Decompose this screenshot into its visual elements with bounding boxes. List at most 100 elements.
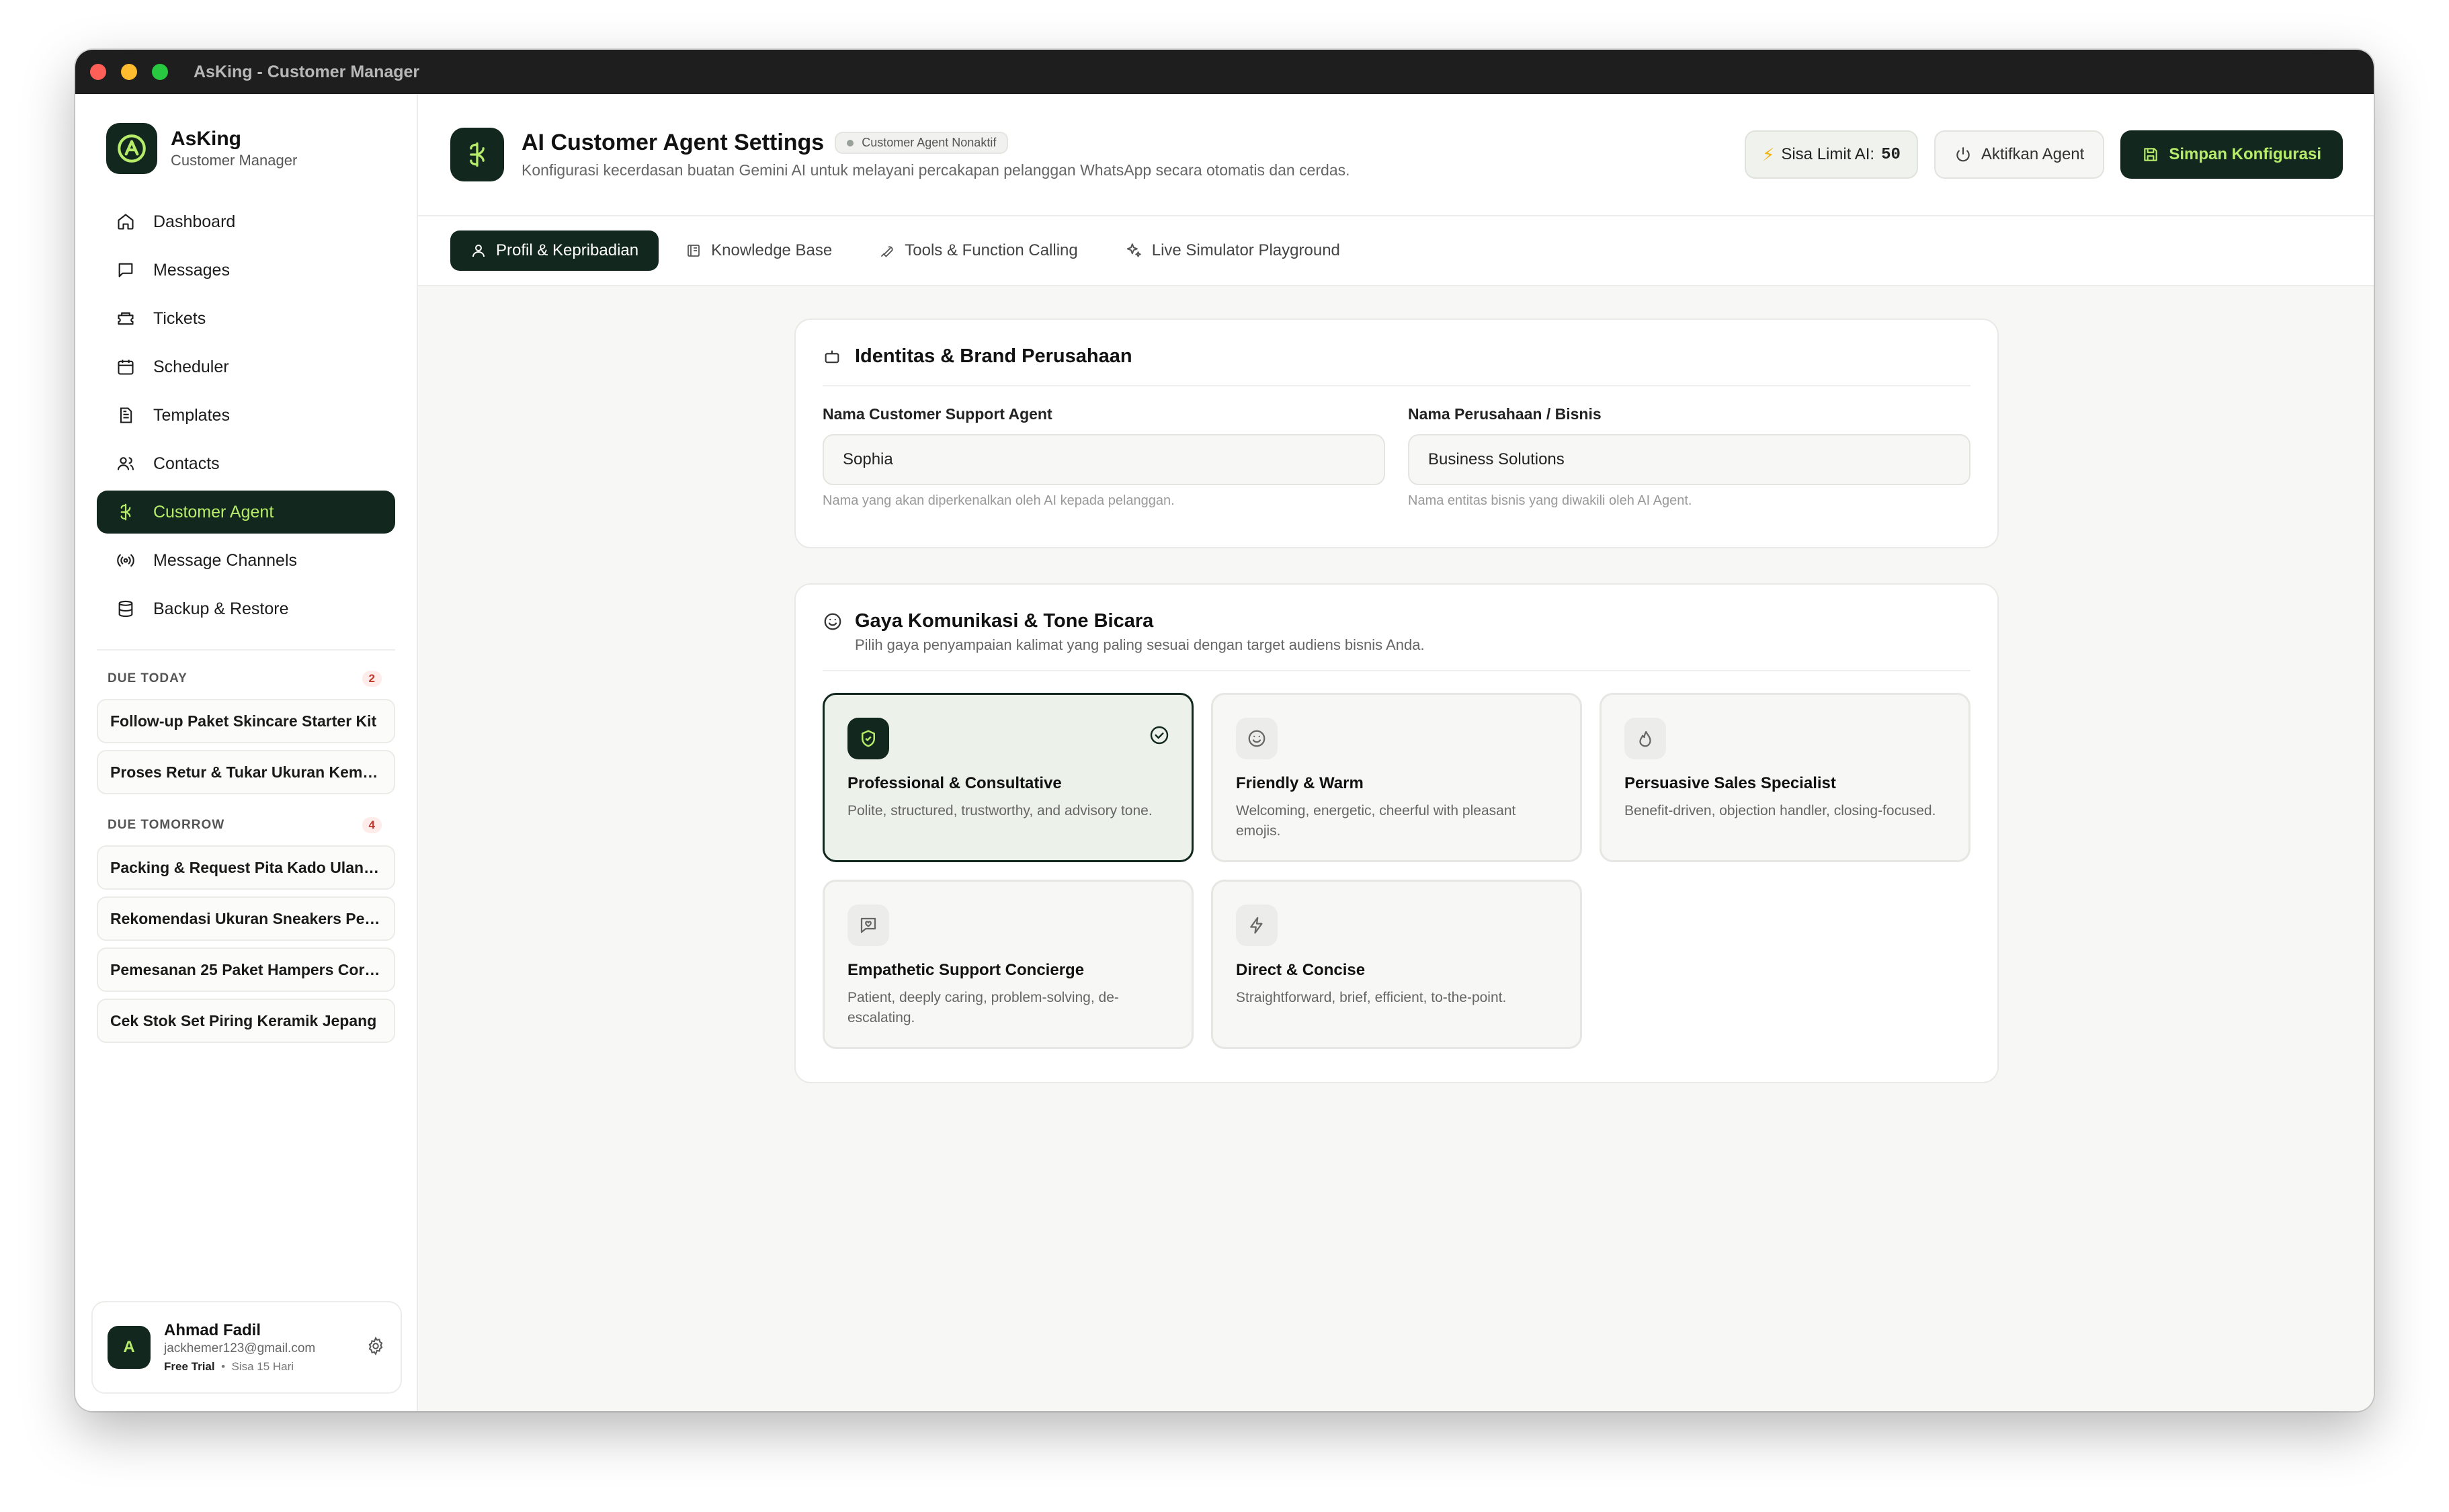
activate-agent-button[interactable]: Aktifkan Agent (1934, 130, 2105, 179)
chat-heart-icon (847, 905, 889, 946)
tone-description: Straightforward, brief, efficient, to-th… (1236, 990, 1507, 1005)
agent-name-input[interactable]: Sophia (823, 434, 1385, 485)
ai-limit-indicator: ⚡ Sisa Limit AI: 50 (1745, 130, 1918, 179)
broadcast-icon (114, 549, 137, 572)
tone-description: Benefit-driven, objection handler, closi… (1624, 803, 1936, 818)
close-window-button[interactable] (90, 64, 106, 80)
task-item[interactable]: Packing & Request Pita Kado Ulang Tahun (97, 845, 395, 890)
app-window: AsKing - Customer Manager AsKing Custome… (75, 50, 2374, 1411)
tone-option-empathetic[interactable]: Empathetic Support Concierge Patient, de… (823, 880, 1194, 1049)
task-title: Rekomendasi Ukuran Sneakers Pelanggan (110, 909, 382, 927)
sidebar-item-scheduler[interactable]: Scheduler (97, 345, 395, 388)
sidebar-item-messages[interactable]: Messages (97, 249, 395, 292)
tone-name: Friendly & Warm (1236, 774, 1364, 792)
tone-option-persuasive[interactable]: Persuasive Sales Specialist Benefit-driv… (1600, 693, 1970, 862)
tab-live-simulator[interactable]: Live Simulator Playground (1105, 230, 1360, 271)
tone-option-direct[interactable]: Direct & Concise Straightforward, brief,… (1211, 880, 1582, 1049)
tab-label: Tools & Function Calling (905, 241, 1078, 259)
card-divider (823, 385, 1970, 386)
agent-name-hint: Nama yang akan diperkenalkan oleh AI kep… (823, 493, 1175, 508)
page-title: AI Customer Agent Settings (522, 130, 825, 155)
minimize-window-button[interactable] (121, 64, 137, 80)
window-title: AsKing - Customer Manager (194, 62, 420, 81)
task-item[interactable]: Cek Stok Set Piring Keramik Jepang (97, 999, 395, 1043)
settings-tabs: Profil & Kepribadian Knowledge Base Tool… (418, 216, 2374, 286)
sidebar-item-label: Scheduler (153, 357, 229, 376)
ticket-icon (114, 307, 137, 330)
company-name-input[interactable]: Business Solutions (1408, 434, 1970, 485)
agent-name-field-group: Nama Customer Support Agent Sophia Nama … (823, 405, 1385, 509)
task-item[interactable]: Proses Retur & Tukar Ukuran Kemeja (97, 750, 395, 794)
user-email: jackhemer123@gmail.com (164, 1341, 316, 1355)
sidebar-item-backup-restore[interactable]: Backup & Restore (97, 587, 395, 630)
status-text: Customer Agent Nonaktif (862, 136, 997, 149)
task-title: Cek Stok Set Piring Keramik Jepang (110, 1011, 377, 1030)
tab-label: Live Simulator Playground (1151, 241, 1340, 259)
sidebar-item-contacts[interactable]: Contacts (97, 442, 395, 485)
task-title: Packing & Request Pita Kado Ulang Tahun (110, 858, 382, 876)
task-item[interactable]: Follow-up Paket Skincare Starter Kit (97, 699, 395, 743)
user-profile-card[interactable]: A Ahmad Fadil jackhemer123@gmail.com Fre… (91, 1301, 402, 1394)
tab-knowledge-base[interactable]: Knowledge Base (665, 230, 852, 271)
tone-name: Persuasive Sales Specialist (1624, 774, 1836, 792)
tone-name: Professional & Consultative (847, 774, 1062, 792)
status-dot-icon (847, 139, 854, 146)
sidebar-item-templates[interactable]: Templates (97, 394, 395, 437)
gear-icon[interactable] (366, 1336, 386, 1359)
sidebar-item-label: Tickets (153, 308, 206, 328)
tab-tools-function-calling[interactable]: Tools & Function Calling (859, 230, 1097, 271)
maximize-window-button[interactable] (152, 64, 168, 80)
document-icon (114, 404, 137, 427)
shield-icon (847, 718, 889, 759)
sidebar-item-label: Templates (153, 405, 230, 425)
brand-subtitle: Customer Manager (171, 152, 298, 169)
lightning-icon: ⚡ (1762, 144, 1775, 165)
tone-option-friendly[interactable]: Friendly & Warm Welcoming, energetic, ch… (1211, 693, 1582, 862)
company-name-field-group: Nama Perusahaan / Bisnis Business Soluti… (1408, 405, 1970, 509)
brand[interactable]: AsKing Customer Manager (75, 94, 417, 177)
page-header: AI Customer Agent Settings Customer Agen… (418, 94, 2374, 216)
ai-limit-label: Sisa Limit AI: (1781, 145, 1875, 163)
database-icon (114, 597, 137, 620)
task-item[interactable]: Pemesanan 25 Paket Hampers Corporate (97, 948, 395, 992)
save-config-button[interactable]: Simpan Konfigurasi (2120, 130, 2343, 179)
sidebar-item-label: Contacts (153, 454, 220, 473)
company-name-hint: Nama entitas bisnis yang diwakili oleh A… (1408, 493, 1692, 508)
card-divider (823, 670, 1970, 671)
plan-info: Free Trial • Sisa 15 Hari (164, 1360, 366, 1374)
tone-name: Direct & Concise (1236, 961, 1366, 979)
lightning-icon (1236, 905, 1278, 946)
sidebar-item-message-channels[interactable]: Message Channels (97, 539, 395, 582)
task-title: Pemesanan 25 Paket Hampers Corporate (110, 960, 382, 978)
identity-card: Identitas & Brand Perusahaan Nama Custom… (794, 319, 1999, 548)
save-icon (2142, 146, 2159, 163)
sidebar-item-label: Dashboard (153, 212, 236, 231)
tone-options: Professional & Consultative Polite, stru… (823, 693, 1970, 1049)
tone-subtitle: Pilih gaya penyampaian kalimat yang pali… (855, 636, 1425, 653)
user-icon (470, 243, 487, 259)
contacts-icon (114, 452, 137, 475)
due-tomorrow-label: DUE TOMORROW (108, 818, 225, 832)
message-icon (114, 259, 137, 282)
due-tomorrow-header: DUE TOMORROW 4 (75, 812, 417, 839)
tab-profile-personality[interactable]: Profil & Kepribadian (450, 230, 659, 271)
wrench-icon (879, 243, 895, 259)
brand-name: AsKing (171, 128, 241, 150)
due-today-label: DUE TODAY (108, 671, 188, 685)
plan-remaining: Sisa 15 Hari (231, 1360, 294, 1373)
sidebar-item-dashboard[interactable]: Dashboard (97, 200, 395, 243)
due-today-header: DUE TODAY 2 (75, 665, 417, 692)
plan-separator: • (218, 1360, 232, 1373)
tone-option-professional[interactable]: Professional & Consultative Polite, stru… (823, 693, 1194, 862)
sidebar-item-tickets[interactable]: Tickets (97, 297, 395, 340)
task-title: Proses Retur & Tukar Ukuran Kemeja (110, 763, 382, 781)
task-item[interactable]: Rekomendasi Ukuran Sneakers Pelanggan (97, 896, 395, 941)
sidebar-item-label: Message Channels (153, 550, 298, 570)
save-config-label: Simpan Konfigurasi (2169, 145, 2321, 163)
tab-label: Profil & Kepribadian (496, 241, 639, 259)
home-icon (114, 210, 137, 233)
sidebar-item-label: Backup & Restore (153, 599, 289, 618)
plan-name: Free Trial (164, 1360, 215, 1373)
task-title: Follow-up Paket Skincare Starter Kit (110, 712, 377, 730)
sidebar-item-customer-agent[interactable]: Customer Agent (97, 491, 395, 534)
